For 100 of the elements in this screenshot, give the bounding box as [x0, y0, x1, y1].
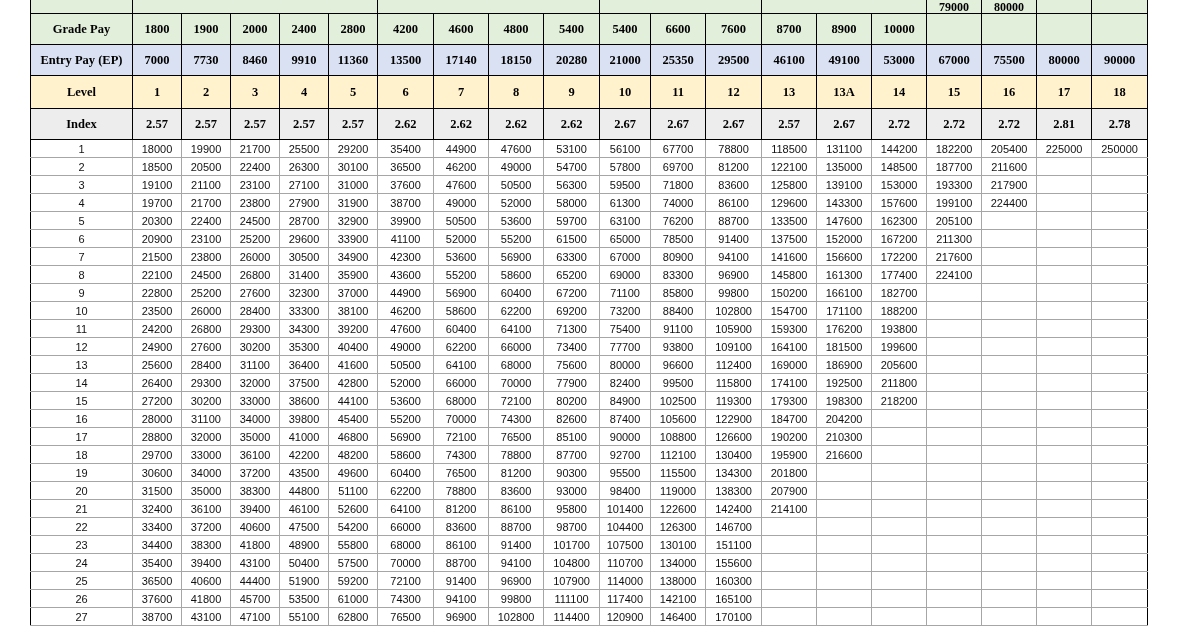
table-cell: 50500 [488, 175, 544, 194]
table-cell: 55200 [377, 409, 434, 428]
table-cell: 91400 [433, 571, 489, 590]
table-cell: 58600 [488, 265, 544, 284]
table-cell: 30200 [181, 391, 231, 410]
table-cell: 2.72 [926, 108, 982, 140]
table-cell: 49000 [433, 193, 489, 212]
table-cell: 10000 [871, 13, 927, 45]
table-cell: 32900 [328, 211, 378, 230]
table-cell: 142400 [705, 499, 762, 518]
table-cell: 8700 [761, 13, 817, 45]
table-cell: 23100 [181, 229, 231, 248]
row-header: 26 [30, 589, 133, 608]
table-cell: 44800 [279, 481, 329, 500]
table-cell: 60400 [377, 463, 434, 482]
row-header: 6 [30, 229, 133, 248]
table-cell: 48900 [279, 535, 329, 554]
table-cell: 90300 [543, 463, 600, 482]
table-cell: 31400 [279, 265, 329, 284]
table-cell: 204200 [816, 409, 872, 428]
table-cell: 45700 [230, 589, 280, 608]
row-header: 19 [30, 463, 133, 482]
table-cell: 61000 [328, 589, 378, 608]
table-cell: 37200 [181, 517, 231, 536]
table-cell: 108800 [650, 427, 706, 446]
table-cell: 80000 [994, 0, 1025, 13]
table-cell: 32400 [132, 499, 182, 518]
table-cell: 68000 [488, 355, 544, 374]
table-cell: 21100 [181, 175, 231, 194]
table-cell: 99500 [650, 373, 706, 392]
table-cell: 80000 [1036, 44, 1092, 76]
row-header: 4 [30, 193, 133, 212]
table-cell: 22100 [132, 265, 182, 284]
table-cell: 153000 [871, 175, 927, 194]
table-cell: 93800 [650, 337, 706, 356]
table-cell: 43100 [181, 607, 231, 626]
table-cell: 50500 [433, 211, 489, 230]
table-cell: 18500 [132, 157, 182, 176]
table-cell: 190200 [761, 427, 817, 446]
table-cell: 70000 [433, 409, 489, 428]
table-cell: 22400 [181, 211, 231, 230]
table-cell: 37200 [230, 463, 280, 482]
table-cell: 102800 [488, 607, 544, 626]
table-cell: 23800 [230, 193, 280, 212]
table-cell: 27600 [230, 283, 280, 302]
table-cell: 36500 [132, 571, 182, 590]
table-cell: 115800 [705, 373, 762, 392]
table-cell: 148500 [871, 157, 927, 176]
table-cell: 102800 [705, 301, 762, 320]
table-cell: 72100 [488, 391, 544, 410]
table-cell: 30500 [279, 247, 329, 266]
table-cell: 179300 [761, 391, 817, 410]
table-cell: 114000 [599, 571, 651, 590]
row-header: 23 [30, 535, 133, 554]
table-cell: 29300 [230, 319, 280, 338]
table-cell: 5400 [543, 13, 600, 45]
row-header: 18 [30, 445, 133, 464]
table-cell: 5400 [599, 13, 651, 45]
table-cell: 41800 [181, 589, 231, 608]
table-cell: 46200 [377, 301, 434, 320]
table-cell: 46100 [279, 499, 329, 518]
table-cell: 59700 [543, 211, 600, 230]
table-cell: 55800 [328, 535, 378, 554]
table-cell: 101700 [543, 535, 600, 554]
table-cell: 60400 [488, 283, 544, 302]
table-cell: 60400 [433, 319, 489, 338]
table-cell: 18150 [488, 44, 544, 76]
table-cell: 33000 [230, 391, 280, 410]
table-cell: 42200 [279, 445, 329, 464]
table-cell: 33900 [328, 229, 378, 248]
table-cell: 21700 [230, 139, 280, 158]
table-cell: 67200 [543, 283, 600, 302]
table-cell: 10 [599, 75, 651, 109]
table-cell: 52000 [377, 373, 434, 392]
table-cell: 35400 [377, 139, 434, 158]
table-cell: 35300 [279, 337, 329, 356]
table-cell: 14 [871, 75, 927, 109]
table-cell: 38700 [377, 193, 434, 212]
table-cell: 31100 [181, 409, 231, 428]
table-cell: 26800 [230, 265, 280, 284]
table-cell: 25500 [279, 139, 329, 158]
table-cell: 24500 [230, 211, 280, 230]
table-cell: 39400 [181, 553, 231, 572]
table-cell: 35000 [230, 427, 280, 446]
table-cell: 36500 [377, 157, 434, 176]
table-cell: 18 [1091, 75, 1148, 109]
table-cell: 160300 [705, 571, 762, 590]
table-cell: 141600 [761, 247, 817, 266]
table-cell: 52000 [488, 193, 544, 212]
table-cell: 20500 [181, 157, 231, 176]
table-cell: 217600 [926, 247, 982, 266]
table-cell: 27100 [279, 175, 329, 194]
table-cell: 45400 [328, 409, 378, 428]
table-cell: 64100 [433, 355, 489, 374]
table-cell: 131100 [816, 139, 872, 158]
table-cell: 96600 [650, 355, 706, 374]
table-cell: 43500 [279, 463, 329, 482]
table-cell: 199600 [871, 337, 927, 356]
table-cell: 39200 [328, 319, 378, 338]
table-cell: 96900 [433, 607, 489, 626]
